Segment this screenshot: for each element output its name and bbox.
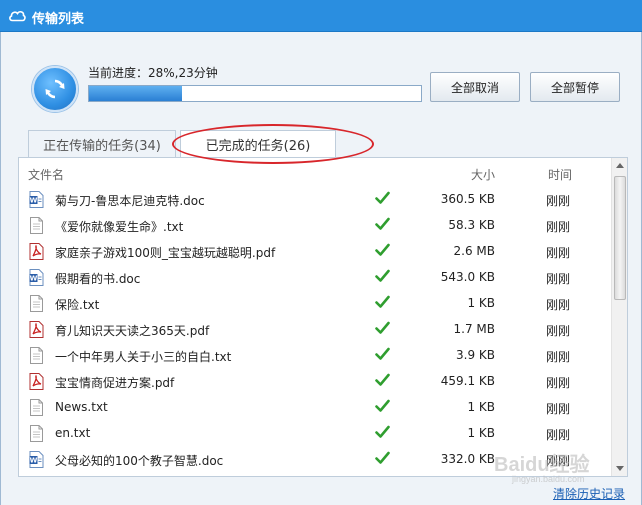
list-header: 文件名 大小 时间 <box>19 158 611 184</box>
check-icon <box>375 269 390 282</box>
file-name: 假期看的书.doc <box>55 272 141 286</box>
tab-in-progress[interactable]: 正在传输的任务(34) <box>28 130 176 157</box>
file-time: 刚刚 <box>546 454 571 468</box>
file-time: 刚刚 <box>546 350 571 364</box>
list-item[interactable]: 《爱你就像爱生命》.txt 58.3 KB 刚刚 <box>19 212 611 238</box>
svg-text:W: W <box>30 457 38 465</box>
window-title: 传输列表 <box>32 12 85 27</box>
file-size: 1 KB <box>467 296 495 310</box>
file-size: 543.0 KB <box>440 270 495 284</box>
list-item[interactable]: W 假期看的书.doc 543.0 KB 刚刚 <box>19 264 611 290</box>
list-item[interactable]: 宝宝情商促进方案.pdf 459.1 KB 刚刚 <box>19 368 611 394</box>
check-icon <box>375 399 390 412</box>
word-doc-icon: W <box>29 451 44 468</box>
file-size: 1 KB <box>467 426 495 440</box>
file-name: 一个中年男人关于小三的自白.txt <box>55 350 232 364</box>
file-size: 58.3 KB <box>448 218 495 232</box>
title-bar: 传输列表 <box>0 0 642 32</box>
check-icon <box>375 321 390 334</box>
check-icon <box>375 217 390 230</box>
check-icon <box>375 191 390 204</box>
file-name: 保险.txt <box>55 298 100 312</box>
scroll-up-icon[interactable] <box>612 158 628 174</box>
scroll-down-icon[interactable] <box>612 460 628 476</box>
file-name: 家庭亲子游戏100则_宝宝越玩越聪明.pdf <box>55 246 276 260</box>
file-size: 2.6 MB <box>453 244 495 258</box>
pdf-file-icon <box>29 243 44 260</box>
list-rows: W 菊与刀-鲁思本尼迪克特.doc 360.5 KB 刚刚 《爱你就像爱生命》.txt 5… <box>19 186 611 472</box>
file-time: 刚刚 <box>546 272 571 286</box>
file-name: 父母必知的100个教子智慧.doc <box>55 454 224 468</box>
tab-completed[interactable]: 已完成的任务(26) <box>180 130 336 157</box>
column-header-size[interactable]: 大小 <box>471 166 495 183</box>
check-icon <box>375 347 390 360</box>
file-time: 刚刚 <box>546 220 571 234</box>
file-time: 刚刚 <box>546 324 571 338</box>
check-icon <box>375 295 390 308</box>
progress-bar-fill <box>89 86 182 101</box>
word-doc-icon: W <box>29 191 44 208</box>
vertical-scrollbar[interactable] <box>611 158 628 476</box>
check-icon <box>375 373 390 386</box>
file-name: en.txt <box>55 426 91 440</box>
file-time: 刚刚 <box>546 402 571 416</box>
file-name: 《爱你就像爱生命》.txt <box>55 220 184 234</box>
list-item[interactable]: W 菊与刀-鲁思本尼迪克特.doc 360.5 KB 刚刚 <box>19 186 611 212</box>
check-icon <box>375 451 390 464</box>
pause-all-button[interactable]: 全部暂停 <box>530 72 620 102</box>
file-size: 1.7 MB <box>453 322 495 336</box>
file-name: News.txt <box>55 400 108 414</box>
column-header-time[interactable]: 时间 <box>548 166 572 183</box>
list-item[interactable]: W 父母必知的100个教子智慧.doc 332.0 KB 刚刚 <box>19 446 611 472</box>
pdf-file-icon <box>29 373 44 390</box>
text-file-icon <box>30 295 43 312</box>
svg-text:W: W <box>30 197 38 205</box>
file-size: 360.5 KB <box>440 192 495 206</box>
file-time: 刚刚 <box>546 194 571 208</box>
list-item[interactable]: 保险.txt 1 KB 刚刚 <box>19 290 611 316</box>
check-icon <box>375 243 390 256</box>
file-time: 刚刚 <box>546 246 571 260</box>
completed-task-list: 文件名 大小 时间 W 菊与刀-鲁思本尼迪克特.doc 360.5 KB 刚刚 《爱你就… <box>18 157 628 477</box>
file-name: 育儿知识天天读之365天.pdf <box>55 324 210 338</box>
list-item[interactable]: News.txt 1 KB 刚刚 <box>19 394 611 420</box>
progress-label: 当前进度：28%,23分钟 <box>88 66 218 80</box>
file-name: 宝宝情商促进方案.pdf <box>55 376 175 390</box>
list-item[interactable]: en.txt 1 KB 刚刚 <box>19 420 611 446</box>
clear-history-link[interactable]: 清除历史记录 <box>553 485 625 502</box>
file-size: 3.9 KB <box>456 348 495 362</box>
check-icon <box>375 425 390 438</box>
scrollbar-thumb[interactable] <box>614 176 626 300</box>
list-item[interactable]: 一个中年男人关于小三的自白.txt 3.9 KB 刚刚 <box>19 342 611 368</box>
file-time: 刚刚 <box>546 428 571 442</box>
text-file-icon <box>30 347 43 364</box>
word-doc-icon: W <box>29 269 44 286</box>
cloud-icon <box>9 10 26 22</box>
list-item[interactable]: 家庭亲子游戏100则_宝宝越玩越聪明.pdf 2.6 MB 刚刚 <box>19 238 611 264</box>
file-size: 459.1 KB <box>440 374 495 388</box>
progress-bar <box>88 85 422 102</box>
column-header-name[interactable]: 文件名 <box>28 166 64 183</box>
pdf-file-icon <box>29 321 44 338</box>
svg-text:W: W <box>30 275 38 283</box>
file-size: 332.0 KB <box>440 452 495 466</box>
file-time: 刚刚 <box>546 376 571 390</box>
text-file-icon <box>30 217 43 234</box>
text-file-icon <box>30 425 43 442</box>
file-time: 刚刚 <box>546 298 571 312</box>
sync-icon <box>32 66 78 112</box>
cancel-all-button[interactable]: 全部取消 <box>430 72 520 102</box>
file-name: 菊与刀-鲁思本尼迪克特.doc <box>55 194 205 208</box>
text-file-icon <box>30 399 43 416</box>
file-size: 1 KB <box>467 400 495 414</box>
list-item[interactable]: 育儿知识天天读之365天.pdf 1.7 MB 刚刚 <box>19 316 611 342</box>
